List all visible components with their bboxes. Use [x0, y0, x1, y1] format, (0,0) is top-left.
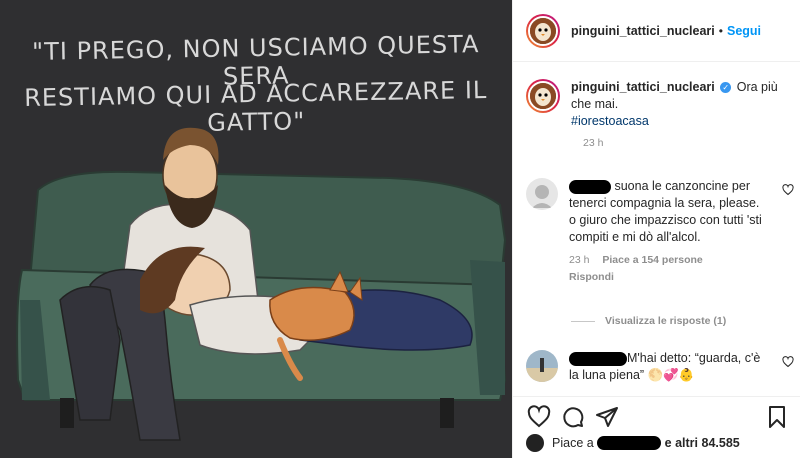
reply-button[interactable]: Rispondi [569, 271, 614, 283]
share-icon[interactable] [595, 405, 619, 429]
separator-dot: • [718, 23, 723, 38]
penguin-logo-icon [530, 83, 556, 109]
redacted-username [569, 351, 627, 366]
author-username[interactable]: pinguini_tattici_nucleari [571, 24, 715, 38]
liker-avatar [526, 434, 544, 452]
comment-meta: 23 h Piace a 154 persone Rispondi [569, 252, 769, 286]
comment-like-heart-icon[interactable] [782, 184, 794, 196]
verified-badge-icon: ✓ [720, 82, 732, 94]
post-image[interactable]: "TI PREGO, NON USCIAMO QUESTA SERA RESTI… [0, 0, 512, 458]
post-side-panel: pinguini_tattici_nucleari • Segui pingui… [512, 0, 800, 458]
caption-username[interactable]: pinguini_tattici_nucleari [571, 80, 715, 94]
post-caption: pinguini_tattici_nucleari ✓ Ora più che … [526, 79, 796, 149]
user-avatar-icon [526, 178, 558, 210]
caption-author-avatar[interactable] [526, 79, 560, 113]
view-replies-button[interactable]: Visualizza le risposte (1) [571, 315, 726, 327]
commenter-avatar[interactable] [526, 178, 558, 210]
heart-icon[interactable] [527, 405, 551, 429]
comment: M'hai detto: “guarda, c'è la luna piena”… [526, 350, 796, 384]
comment-likes[interactable]: Piace a 154 persone [602, 254, 702, 266]
author-avatar[interactable] [526, 13, 560, 48]
instagram-post-view: "TI PREGO, NON USCIAMO QUESTA SERA RESTI… [0, 0, 800, 458]
comment: suona le canzoncine per tenerci compagni… [526, 178, 796, 286]
comment-text: M'hai detto: “guarda, c'è la luna piena”… [569, 351, 761, 382]
likes-count: e altri 84.585 [664, 436, 740, 450]
redacted-liker [597, 436, 662, 450]
likes-summary[interactable]: Piace a e altri 84.585 [526, 434, 740, 452]
follow-button[interactable]: Segui [727, 24, 761, 38]
post-time[interactable]: 23 h [583, 137, 796, 149]
user-avatar-icon [526, 350, 558, 382]
replies-divider [571, 320, 595, 322]
redacted-username [569, 179, 611, 194]
penguin-logo-icon [530, 17, 556, 44]
commenter-avatar[interactable] [526, 350, 558, 382]
image-caption-line-2: RESTIAMO QUI AD ACCAREZZARE IL GATTO" [23, 75, 488, 137]
comment-icon[interactable] [561, 405, 585, 429]
comment-text: suona le canzoncine per tenerci compagni… [569, 179, 762, 244]
action-bar [513, 396, 800, 432]
likes-prefix: Piace a [552, 436, 594, 450]
view-replies-label: Visualizza le risposte (1) [605, 315, 727, 327]
comment-like-heart-icon[interactable] [782, 356, 794, 368]
bookmark-icon[interactable] [765, 405, 789, 429]
hashtag-link[interactable]: #iorestoacasa [571, 114, 649, 128]
caption-text: pinguini_tattici_nucleari ✓ Ora più che … [571, 79, 796, 130]
comment-time[interactable]: 23 h [569, 254, 589, 266]
post-header: pinguini_tattici_nucleari • Segui [513, 0, 800, 62]
